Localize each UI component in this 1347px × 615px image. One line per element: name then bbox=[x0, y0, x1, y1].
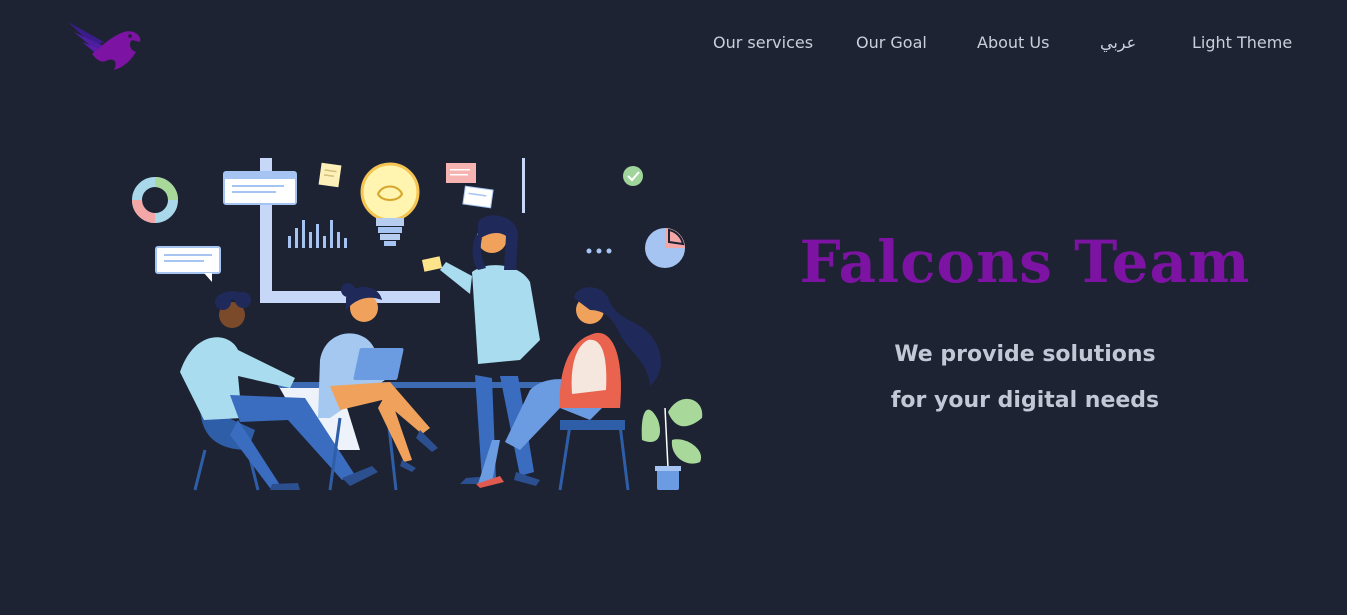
bar-chart-icon bbox=[288, 220, 347, 248]
donut-chart-icon bbox=[132, 177, 178, 223]
hero-subtitle-line-2: for your digital needs bbox=[890, 388, 1160, 413]
hero-subtitle-line-1: We provide solutions bbox=[894, 342, 1156, 367]
speech-bubble-icon bbox=[155, 246, 221, 282]
nav-our-services[interactable]: Our services bbox=[713, 33, 813, 52]
hero-title: Falcons Team bbox=[799, 228, 1251, 296]
nav-light-theme-toggle[interactable]: Light Theme bbox=[1192, 33, 1292, 52]
plant-icon bbox=[641, 398, 703, 490]
sticky-note-icon bbox=[318, 162, 342, 188]
main-nav: Our services Our Goal About Us عربي Ligh… bbox=[0, 33, 1347, 55]
light-bulb-icon bbox=[360, 162, 420, 246]
check-badge-icon bbox=[623, 166, 643, 186]
nav-about-us[interactable]: About Us bbox=[977, 33, 1049, 52]
nav-arabic-language[interactable]: عربي bbox=[1100, 33, 1136, 52]
document-card-icon bbox=[446, 163, 494, 209]
nav-our-goal[interactable]: Our Goal bbox=[856, 33, 927, 52]
team-meeting-illustration bbox=[132, 158, 703, 491]
pie-chart-icon bbox=[645, 228, 685, 268]
browser-card-icon bbox=[223, 171, 297, 205]
dots-icon bbox=[586, 248, 612, 254]
